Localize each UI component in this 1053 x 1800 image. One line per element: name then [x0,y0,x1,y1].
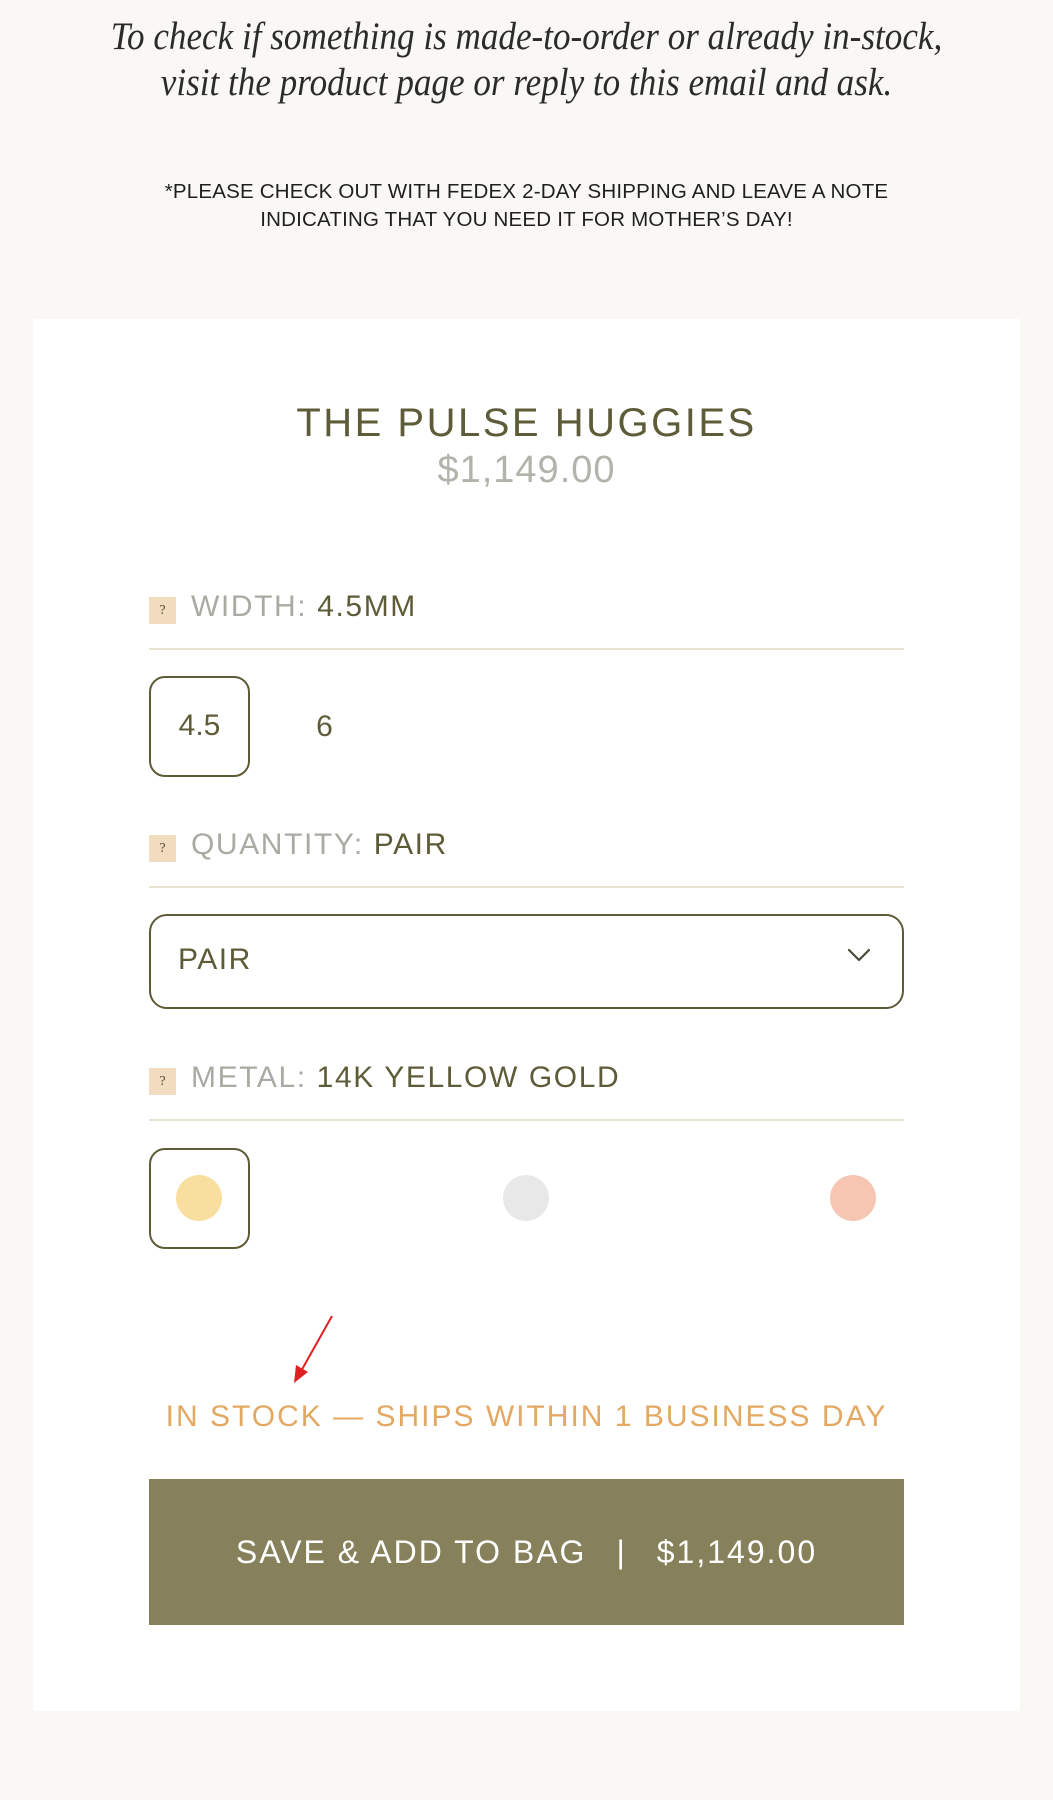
metal-label-text: METAL: [191,1061,307,1094]
metal-swatch-yellow-gold[interactable] [149,1148,250,1249]
width-label-text: WIDTH: [191,590,308,623]
width-choice-4-5[interactable]: 4.5 [149,676,250,777]
button-separator: | [616,1533,627,1570]
note-line-2: INDICATING THAT YOU NEED IT FOR MOTHER’S… [260,208,793,231]
intro-message: To check if something is made-to-order o… [53,14,1001,106]
quantity-select-value: PAIR [178,943,252,976]
help-icon[interactable]: ? [149,1068,176,1095]
email-page: To check if something is made-to-order o… [0,0,1053,1800]
width-selected-value: 4.5MM [317,590,417,623]
metal-swatch-rose-gold[interactable] [803,1148,904,1249]
quantity-option-header: ? QUANTITY: PAIR [149,826,904,878]
quantity-select[interactable]: PAIR [149,914,904,1009]
intro-line-1: To check if something is made-to-order o… [110,15,943,58]
swatch-color-dot [176,1175,222,1221]
width-option-label: WIDTH: 4.5MM [191,590,417,624]
quantity-label-text: QUANTITY: [191,828,364,861]
product-title: THE PULSE HUGGIES [296,401,757,445]
red-arrow-icon [294,1315,333,1383]
metal-option-label: METAL: 14K YELLOW GOLD [191,1061,620,1095]
intro-line-2: visit the product page or reply to this … [160,61,893,104]
metal-selected-value: 14K YELLOW GOLD [316,1061,621,1094]
divider [149,648,904,650]
width-choice-6[interactable]: 6 [274,676,375,777]
product-price: $1,149.00 [437,449,616,491]
add-to-bag-price: $1,149.00 [656,1533,818,1570]
help-icon[interactable]: ? [149,835,176,862]
swatch-color-dot [503,1175,549,1221]
add-to-bag-button[interactable]: SAVE & ADD TO BAG | $1,149.00 [149,1479,904,1625]
chevron-down-icon [847,948,871,962]
stock-status: IN STOCK — SHIPS WITHIN 1 BUSINESS DAY [165,1400,888,1433]
divider [149,886,904,888]
width-option-header: ? WIDTH: 4.5MM [149,588,904,640]
quantity-selected-value: PAIR [373,828,448,861]
divider [149,1119,904,1121]
metal-option-header: ? METAL: 14K YELLOW GOLD [149,1059,904,1111]
shipping-note: *PLEASE CHECK OUT WITH FEDEX 2-DAY SHIPP… [0,178,1053,234]
quantity-option-label: QUANTITY: PAIR [191,828,448,862]
add-to-bag-label: SAVE & ADD TO BAG [235,1533,587,1570]
metal-swatch-white-gold[interactable] [476,1148,577,1249]
note-line-1: *PLEASE CHECK OUT WITH FEDEX 2-DAY SHIPP… [164,180,889,203]
swatch-color-dot [830,1175,876,1221]
help-icon[interactable]: ? [149,597,176,624]
